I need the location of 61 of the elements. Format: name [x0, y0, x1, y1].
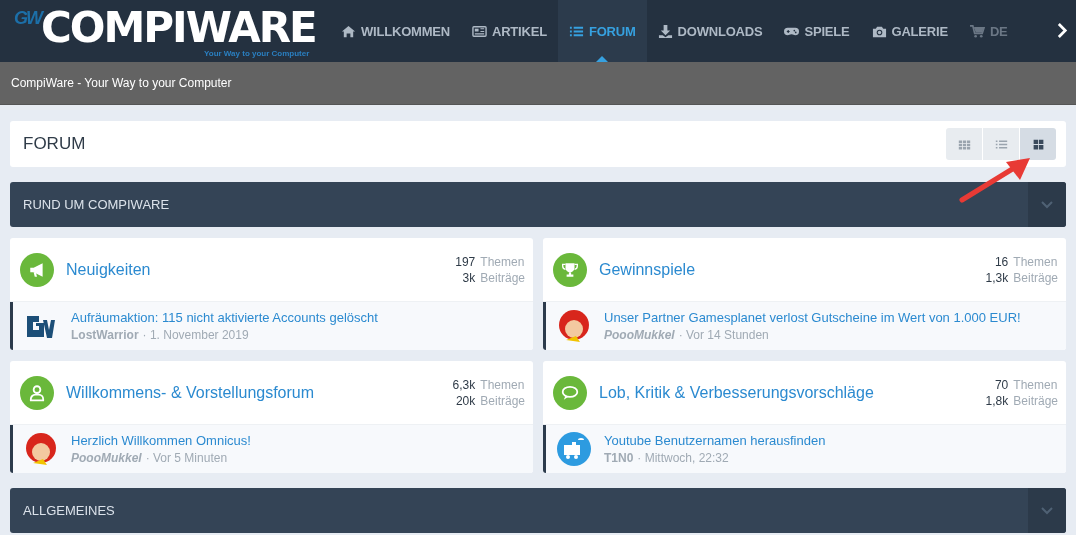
post-label: Beiträge: [1013, 393, 1058, 408]
post-count: 20k: [454, 393, 476, 408]
grid-icon: [957, 137, 971, 151]
post-time: · Vor 14 Stunden: [678, 328, 769, 342]
board-title-link[interactable]: Willkommens- & Vorstellungsforum: [66, 383, 441, 402]
topic-count: 16: [993, 254, 1009, 269]
mascot-avatar[interactable]: [23, 431, 59, 467]
board-title-link[interactable]: Gewinnspiele: [599, 260, 974, 279]
author-link[interactable]: PoooMukkel: [71, 451, 142, 465]
nav-tab[interactable]: GALERIE: [860, 0, 959, 62]
topic-label: Themen: [480, 254, 525, 269]
page-title: FORUM: [23, 134, 86, 154]
speech-bubble-icon: [561, 383, 579, 402]
list-icon: [994, 137, 1008, 151]
author-link[interactable]: T1N0: [604, 451, 634, 465]
post-label: Beiträge: [480, 393, 525, 408]
section-title: ALLGEMEINES: [22, 503, 116, 518]
post-count: 1,3k: [985, 270, 1009, 285]
topic-count: 197: [455, 254, 476, 269]
house-icon: [341, 23, 356, 39]
trophy-icon: [561, 260, 579, 279]
topic-label: Themen: [1013, 377, 1058, 392]
topic-count: 6,3k: [452, 377, 476, 392]
user-icon: [28, 383, 46, 402]
nav-tab[interactable]: WILLKOMMEN: [330, 0, 461, 62]
section-title: RUND UM COMPIWARE: [22, 197, 171, 212]
newspaper-icon: [472, 23, 487, 39]
breadcrumb-link[interactable]: CompiWare - Your Way to your Computer: [11, 76, 232, 90]
nav-tab[interactable]: DE: [958, 0, 1019, 62]
post-label: Beiträge: [480, 270, 525, 285]
post-time: · Mittwoch, 22:32: [637, 451, 729, 465]
cart-icon: [969, 23, 985, 39]
author-link[interactable]: PoooMukkel: [604, 328, 675, 342]
train-avatar[interactable]: [556, 431, 592, 467]
topic-label: Themen: [1013, 254, 1058, 269]
post-count: 1,8k: [985, 393, 1009, 408]
thread-link[interactable]: Aufräumaktion: 115 nicht aktivierte Accounts gelöscht: [71, 310, 378, 325]
thread-link[interactable]: Herzlich Willkommen Omnicus!: [71, 433, 251, 448]
nav-tab[interactable]: ARTIKEL: [461, 0, 558, 62]
thread-link[interactable]: Youtube Benutzernamen herausfinden: [604, 433, 826, 448]
chevron-down-icon: [1041, 506, 1053, 515]
post-time: · Vor 5 Minuten: [145, 451, 228, 465]
chevron-right-icon[interactable]: [1057, 22, 1068, 39]
board-title-link[interactable]: Neuigkeiten: [66, 260, 444, 279]
board-title-link[interactable]: Lob, Kritik & Verbesserungsvorschläge: [599, 383, 974, 402]
chevron-down-icon: [1041, 200, 1053, 209]
post-time: · 1. November 2019: [142, 328, 249, 342]
post-label: Beiträge: [1013, 270, 1058, 285]
nav-tab[interactable]: FORUM: [557, 0, 647, 62]
nav-tab[interactable]: SPIELE: [773, 0, 861, 62]
topic-label: Themen: [480, 377, 525, 392]
download-icon: [657, 23, 673, 39]
view-mode-button[interactable]: [1020, 128, 1056, 160]
megaphone-icon: [28, 260, 46, 279]
post-count: 3k: [461, 270, 476, 285]
mascot-avatar[interactable]: [556, 308, 592, 344]
topic-count: 70: [993, 377, 1009, 392]
tiles-icon: [1031, 137, 1045, 151]
nav-tab[interactable]: DOWNLOADS: [646, 0, 774, 62]
thread-link[interactable]: Unser Partner Gamesplanet verlost Gutscheine im Wert von 1.000 EUR!: [604, 310, 1021, 325]
author-link[interactable]: LostWarrior: [71, 328, 139, 342]
